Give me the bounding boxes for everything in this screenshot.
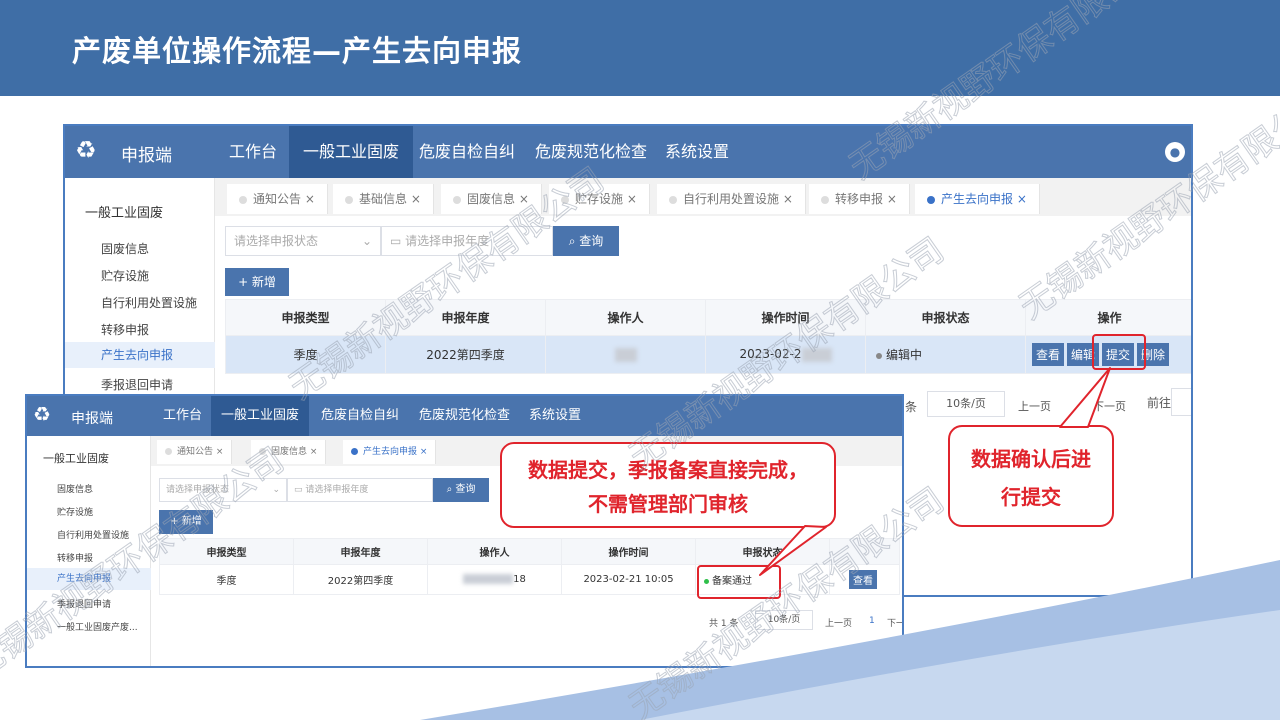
page-size-select[interactable]: 10条/页 — [927, 391, 1005, 417]
goto-label: 前往 — [1147, 396, 1172, 410]
callout-confirm-submit-text: 数据确认后进行提交 — [971, 447, 1091, 509]
slide-title: 产废单位操作流程—产生去向申报 — [72, 34, 523, 68]
prev-page-button[interactable]: 上一页 — [825, 616, 852, 629]
prev-page-button[interactable]: 上一页 — [1018, 398, 1051, 414]
pager-total-suffix: 条 — [905, 400, 918, 414]
goto-input[interactable] — [1171, 388, 1191, 416]
current-page[interactable]: 1 — [869, 616, 875, 626]
next-page-button[interactable]: 下一页 — [1093, 398, 1126, 414]
callout-submit-complete: 数据提交，季报备案直接完成，不需管理部门审核 — [500, 442, 836, 528]
screenshot-approved: ♻ 申报端 工作台 一般工业固废 危废自检自纠 危废规范化检查 系统设置 一般工… — [25, 394, 904, 668]
page-size-select[interactable]: 10条/页 — [755, 610, 813, 630]
callout-submit-complete-text: 数据提交，季报备案直接完成，不需管理部门审核 — [528, 458, 808, 516]
pagination: 共 1 条 10条/页 上一页 1 下一 — [27, 396, 902, 666]
pager-total: 共 1 条 — [709, 619, 739, 629]
next-page-button[interactable]: 下一 — [887, 616, 902, 629]
slide-header: 产废单位操作流程—产生去向申报 — [0, 0, 1280, 96]
callout-confirm-submit: 数据确认后进行提交 — [948, 425, 1114, 527]
